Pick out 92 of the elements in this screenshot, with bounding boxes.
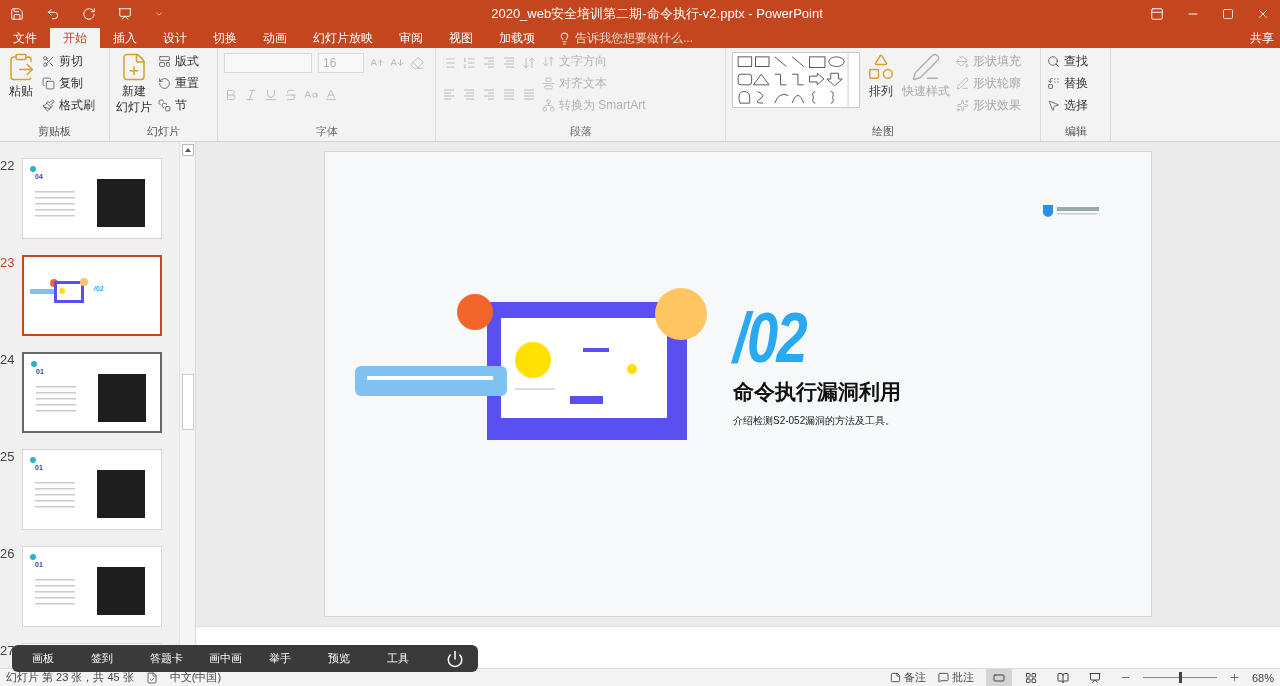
smartart-icon xyxy=(542,98,555,112)
slide-info: 幻灯片 第 23 张，共 45 张 xyxy=(6,670,134,685)
reading-view-icon xyxy=(1056,671,1069,684)
presentation-icon[interactable] xyxy=(118,7,132,21)
ribbon-button[interactable]: 排列 xyxy=(866,52,896,123)
restore-icon[interactable] xyxy=(1222,8,1234,20)
normal-view-icon xyxy=(992,671,1005,684)
window-title: 2020_web安全培训第二期-命令执行-v2.pptx - PowerPoint xyxy=(490,5,824,23)
tell-me-field[interactable]: 告诉我您想要做什么... xyxy=(558,28,693,48)
slide-number: 22 xyxy=(0,158,16,175)
pen-icon xyxy=(956,76,969,90)
ribbon-button[interactable]: 替换 xyxy=(1047,74,1088,92)
group-label: 编辑 xyxy=(1063,124,1088,139)
ribbon-button[interactable]: 剪切 xyxy=(42,52,95,70)
ribbon-button[interactable]: 节 xyxy=(158,96,199,114)
share-button[interactable]: 共享 xyxy=(1250,28,1274,48)
caret-up-icon xyxy=(184,148,191,152)
menu-tab[interactable]: 设计 xyxy=(150,28,200,48)
reset-icon xyxy=(158,76,171,90)
text-direction-icon xyxy=(542,54,555,68)
group-label: 剪贴板 xyxy=(37,124,72,139)
toolbar-item[interactable]: 画板 xyxy=(32,651,92,666)
close-icon[interactable] xyxy=(1256,7,1270,21)
menu-tab[interactable]: 开始 xyxy=(50,28,100,48)
toolbar-item[interactable]: 预览 xyxy=(327,651,387,666)
toolbar-item[interactable]: 工具 xyxy=(386,651,446,666)
menu-tab[interactable]: 加载项 xyxy=(486,28,548,48)
menu-tab[interactable]: 文件 xyxy=(0,28,50,48)
ribbon-button[interactable]: 格式刷 xyxy=(42,96,95,114)
scroll-up-button[interactable] xyxy=(181,144,194,156)
menu-tab[interactable]: 幻灯片放映 xyxy=(300,28,386,48)
slide-title: 命令执行漏洞利用 xyxy=(733,379,901,405)
sorter-view-icon xyxy=(1024,671,1037,684)
menu-tab[interactable]: 审阅 xyxy=(386,28,436,48)
customize-icon[interactable] xyxy=(154,9,164,19)
align-text-icon xyxy=(542,76,555,90)
copy-icon xyxy=(42,76,55,90)
spell-check-icon[interactable] xyxy=(145,671,158,684)
ribbon-display-icon[interactable] xyxy=(1150,7,1164,21)
paint-bucket-icon xyxy=(956,54,969,68)
group-label: 幻灯片 xyxy=(146,124,181,139)
redo-icon[interactable] xyxy=(82,7,96,21)
ribbon-button[interactable]: 查找 xyxy=(1047,52,1088,70)
menu-tab[interactable]: 插入 xyxy=(100,28,150,48)
pen-icon xyxy=(911,52,941,82)
group-label: 字体 xyxy=(314,124,339,139)
scissors-icon xyxy=(42,54,55,68)
section-icon xyxy=(158,98,171,112)
scrollbar-thumb[interactable] xyxy=(181,374,194,430)
slide-number: 26 xyxy=(0,546,16,563)
ribbon-button[interactable]: 复制 xyxy=(42,74,95,92)
toolbar-item[interactable]: 答题卡 xyxy=(150,651,210,666)
slide-subtitle: 介绍检测S2-052漏洞的方法及工具。 xyxy=(733,414,897,428)
show-view-icon xyxy=(1088,671,1101,684)
slide-number: 23 xyxy=(0,255,16,272)
ribbon-button[interactable]: 新建 幻灯片 xyxy=(116,52,152,123)
save-icon[interactable] xyxy=(10,7,24,21)
power-icon[interactable] xyxy=(446,649,464,668)
undo-icon[interactable] xyxy=(46,7,60,21)
ribbon-button[interactable]: 粘贴 xyxy=(6,52,36,123)
comments-button[interactable]: 批注 xyxy=(937,670,974,685)
slide-number: 24 xyxy=(0,352,16,369)
group-label: 绘图 xyxy=(871,124,895,139)
ribbon-button[interactable]: 重置 xyxy=(158,74,199,92)
sparkles-icon xyxy=(956,98,969,112)
comment-icon xyxy=(937,672,949,683)
logo-icon xyxy=(1041,204,1101,218)
shape-gallery[interactable] xyxy=(732,52,860,108)
lightbulb-icon xyxy=(558,31,571,45)
zoom-level[interactable]: 68% xyxy=(1251,671,1274,684)
menu-tab[interactable]: 动画 xyxy=(250,28,300,48)
shapes-icon xyxy=(866,52,896,82)
replace-icon xyxy=(1047,76,1060,90)
language-label: 中文(中国) xyxy=(169,670,222,685)
layout-icon xyxy=(158,54,171,68)
notes-button[interactable]: 备注 xyxy=(889,670,926,685)
paintbrush-icon xyxy=(42,98,55,112)
section-number: /02 xyxy=(733,302,808,374)
toolbar-item[interactable]: 签到 xyxy=(91,651,151,666)
ribbon-button[interactable]: 版式 xyxy=(158,52,199,70)
toolbar-item[interactable]: 举手 xyxy=(268,651,328,666)
pointer-icon xyxy=(1047,98,1060,112)
slide-number: 25 xyxy=(0,449,16,466)
toolbar-item[interactable]: 画中画 xyxy=(209,651,269,666)
notes-icon xyxy=(889,672,901,683)
menu-tab[interactable]: 切换 xyxy=(200,28,250,48)
menu-tab[interactable]: 视图 xyxy=(436,28,486,48)
zoom-in-icon[interactable] xyxy=(1228,672,1240,683)
zoom-thumb[interactable] xyxy=(1178,672,1182,683)
group-label: 段落 xyxy=(568,124,593,139)
ribbon-button[interactable]: 选择 xyxy=(1047,96,1088,114)
search-icon xyxy=(1047,54,1060,68)
